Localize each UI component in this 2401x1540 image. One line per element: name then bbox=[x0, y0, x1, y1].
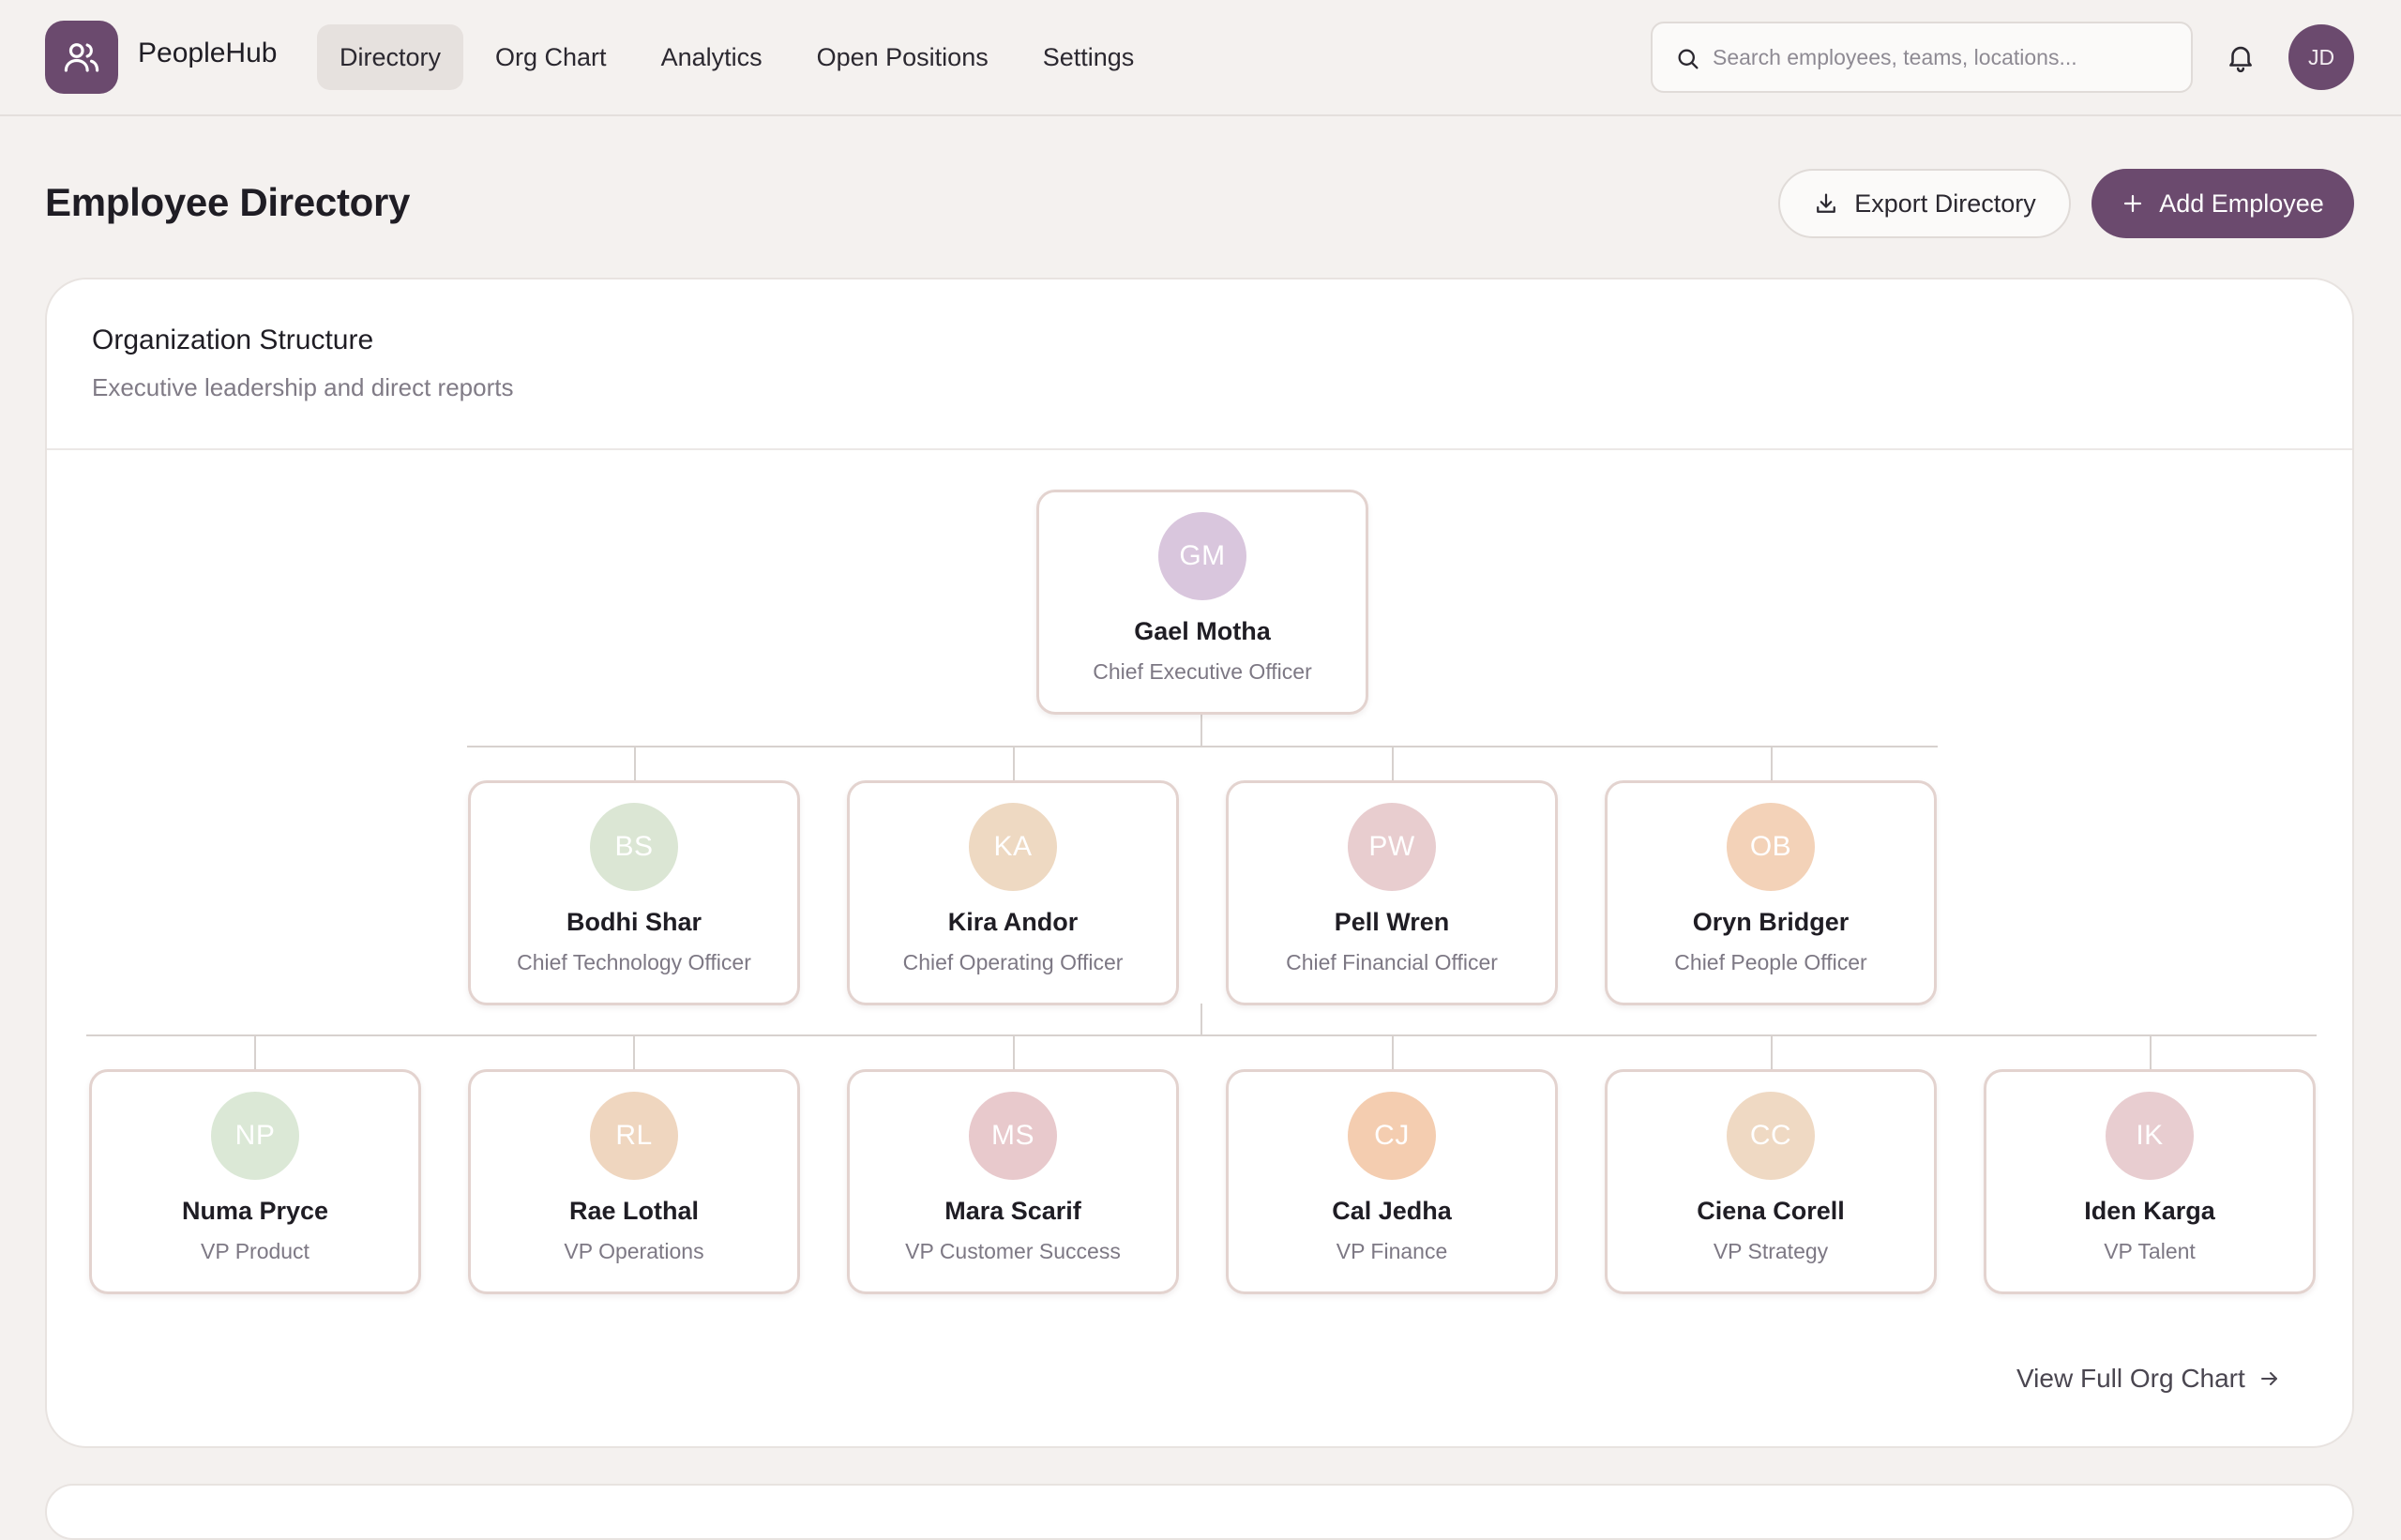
nav-org-chart[interactable]: Org Chart bbox=[473, 24, 629, 90]
employee-role: VP Operations bbox=[564, 1239, 704, 1263]
avatar: KA bbox=[969, 803, 1057, 891]
bell-icon[interactable] bbox=[2225, 41, 2257, 73]
view-full-org-chart-label: View Full Org Chart bbox=[2016, 1364, 2245, 1393]
employee-role: Chief Technology Officer bbox=[517, 950, 751, 974]
avatar: IK bbox=[2106, 1092, 2194, 1180]
employee-name: Cal Jedha bbox=[1332, 1197, 1452, 1225]
view-full-org-chart-link[interactable]: View Full Org Chart bbox=[2016, 1364, 2281, 1394]
avatar: OB bbox=[1727, 803, 1815, 891]
add-employee-button[interactable]: Add Employee bbox=[2091, 169, 2354, 238]
download-icon bbox=[1817, 193, 1836, 213]
employee-name: Rae Lothal bbox=[568, 1197, 700, 1225]
org-node-ceo[interactable]: GM Gael Motha Chief Executive Officer bbox=[1036, 490, 1368, 715]
user-avatar[interactable]: JD bbox=[2288, 24, 2354, 90]
org-node-executive[interactable]: PW Pell Wren Chief Financial Officer bbox=[1226, 780, 1558, 1005]
employee-name: Kira Andor bbox=[947, 908, 1079, 936]
avatar: PW bbox=[1348, 803, 1436, 891]
avatar: CJ bbox=[1348, 1092, 1436, 1180]
main-nav: Directory Org Chart Analytics Open Posit… bbox=[317, 24, 1166, 90]
org-structure-card: Organization Structure Executive leaders… bbox=[45, 278, 2354, 1448]
employee-name: Ciena Corell bbox=[1697, 1197, 1845, 1225]
employee-role: Chief Operating Officer bbox=[902, 950, 1124, 974]
employee-name: Iden Karga bbox=[2084, 1197, 2215, 1225]
org-node-vp[interactable]: CJ Cal Jedha VP Finance bbox=[1226, 1069, 1558, 1294]
employee-role: VP Talent bbox=[2104, 1239, 2196, 1263]
avatar: GM bbox=[1158, 512, 1246, 600]
employee-name: Gael Motha bbox=[1134, 617, 1271, 645]
search-box bbox=[1651, 22, 2193, 93]
nav-open-positions[interactable]: Open Positions bbox=[794, 24, 1011, 90]
export-directory-button[interactable]: Export Directory bbox=[1778, 169, 2071, 238]
page-title: Employee Directory bbox=[45, 180, 411, 224]
logo[interactable] bbox=[45, 21, 118, 94]
employee-role: VP Strategy bbox=[1713, 1239, 1829, 1263]
add-employee-label: Add Employee bbox=[2159, 189, 2324, 218]
org-node-executive[interactable]: KA Kira Andor Chief Operating Officer bbox=[847, 780, 1179, 1005]
top-bar: PeopleHub Directory Org Chart Analytics … bbox=[0, 0, 2401, 116]
employee-role: Chief Financial Officer bbox=[1286, 950, 1498, 974]
employee-name: Bodhi Shar bbox=[566, 908, 702, 936]
org-node-vp[interactable]: CC Ciena Corell VP Strategy bbox=[1605, 1069, 1937, 1294]
people-icon bbox=[64, 43, 99, 72]
nav-directory[interactable]: Directory bbox=[317, 24, 464, 90]
app-name: PeopleHub bbox=[138, 38, 278, 68]
arrow-right-icon bbox=[2260, 1372, 2277, 1385]
avatar: RL bbox=[590, 1092, 678, 1180]
avatar: MS bbox=[969, 1092, 1057, 1180]
avatar: BS bbox=[590, 803, 678, 891]
employee-role: VP Product bbox=[201, 1239, 310, 1263]
employee-role: Chief Executive Officer bbox=[1093, 659, 1312, 684]
employee-name: Mara Scarif bbox=[944, 1197, 1081, 1225]
nav-analytics[interactable]: Analytics bbox=[639, 24, 785, 90]
nav-settings[interactable]: Settings bbox=[1020, 24, 1157, 90]
employee-role: Chief People Officer bbox=[1674, 950, 1867, 974]
org-node-executive[interactable]: OB Oryn Bridger Chief People Officer bbox=[1605, 780, 1937, 1005]
employee-role: VP Finance bbox=[1336, 1239, 1448, 1263]
search-icon bbox=[1678, 49, 1699, 69]
export-directory-label: Export Directory bbox=[1854, 189, 2036, 218]
org-node-executive[interactable]: BS Bodhi Shar Chief Technology Officer bbox=[468, 780, 800, 1005]
plus-icon bbox=[2124, 194, 2142, 213]
search-input[interactable] bbox=[1713, 44, 2163, 70]
next-section-card bbox=[45, 1484, 2354, 1540]
employee-name: Numa Pryce bbox=[181, 1197, 329, 1225]
avatar: CC bbox=[1727, 1092, 1815, 1180]
org-node-vp[interactable]: NP Numa Pryce VP Product bbox=[89, 1069, 421, 1294]
employee-name: Pell Wren bbox=[1334, 908, 1450, 936]
org-node-vp[interactable]: RL Rae Lothal VP Operations bbox=[468, 1069, 800, 1294]
org-node-vp[interactable]: IK Iden Karga VP Talent bbox=[1984, 1069, 2316, 1294]
avatar: NP bbox=[211, 1092, 299, 1180]
employee-name: Oryn Bridger bbox=[1692, 908, 1850, 936]
employee-role: VP Customer Success bbox=[905, 1239, 1121, 1263]
org-node-vp[interactable]: MS Mara Scarif VP Customer Success bbox=[847, 1069, 1179, 1294]
